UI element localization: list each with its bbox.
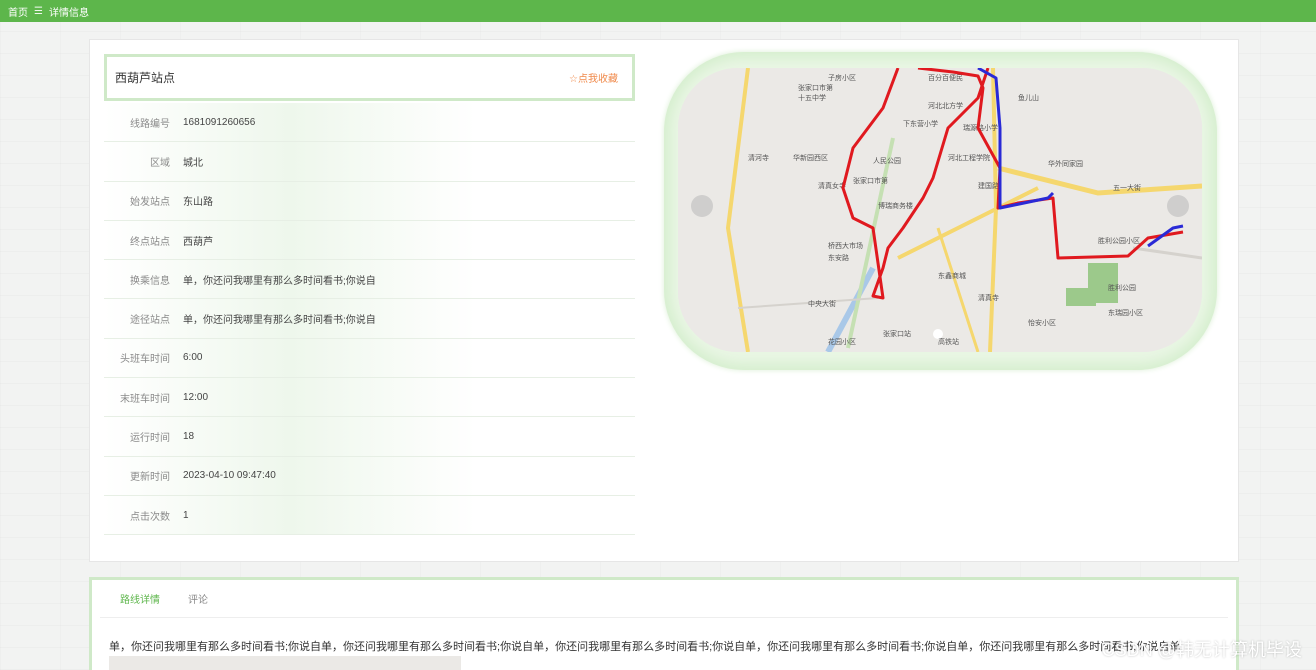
detail-row-start: 始发站点 东山路 (104, 181, 635, 221)
detail-list: 线路编号 1681091260656 区域 城北 始发站点 东山路 终点站点 西葫芦 换… (104, 103, 635, 536)
favorite-button[interactable]: ☆点我收藏 (569, 70, 618, 85)
map-label: 建国路 (978, 181, 999, 190)
route-map-carousel: 子房小区 百分百便民 张家口市第 十五中学 河北北方学 鱼儿山 下东营小学 瑞源路小学 清河寺华… (664, 52, 1217, 370)
detail-value: 单，你还问我哪里有那么多时间看书;你说自 (183, 315, 376, 327)
map-label: 华新园西区 (793, 153, 828, 162)
carousel-next-button[interactable] (1167, 195, 1189, 217)
map-label: 怡安小区 (1028, 318, 1056, 327)
tab-route-detail[interactable]: 路线详情 (120, 591, 160, 606)
tab-comment[interactable]: 评论 (188, 591, 208, 606)
detail-panel: 西葫芦站点 ☆点我收藏 线路编号 1681091260656 区域 城北 始发站点东… (89, 39, 1239, 562)
top-nav-bar: 首页 ☰ 详情信息 (0, 0, 1316, 22)
map-label: 胜利公园 (1108, 283, 1136, 292)
map-label: 高铁站 (938, 337, 959, 346)
detail-label: 头班车时间 (120, 354, 170, 366)
detail-value: 西葫芦 (183, 236, 213, 248)
detail-row-route-id: 线路编号 1681091260656 (104, 103, 635, 143)
map-label: 鱼儿山 (1018, 93, 1039, 102)
map-label: 桥西大市场 (828, 241, 863, 250)
detail-row-updated: 更新时间 2023-04-10 09:47:40 (104, 456, 635, 496)
detail-label: 线路编号 (130, 118, 170, 130)
breadcrumb-home[interactable]: 首页 (8, 4, 28, 19)
map-label: 华外同家园 (1048, 159, 1083, 168)
detail-value: 12:00 (183, 391, 209, 403)
detail-row-clicks: 点击次数 1 (104, 495, 635, 536)
route-map-thumbnail (109, 656, 461, 670)
map-label: 河北北方学 (928, 101, 963, 110)
map-label: 博瑞商务楼 (878, 201, 913, 210)
map-label: 东瑞园小区 (1108, 308, 1143, 317)
map-label: 中央大街 (808, 299, 836, 308)
map-label: 张家口市第 (853, 176, 888, 185)
route-map-image: 子房小区 百分百便民 张家口市第 十五中学 河北北方学 鱼儿山 下东营小学 瑞源路小学 清河寺华… (678, 68, 1202, 352)
detail-value: 单，你还问我哪里有那么多时间看书;你说自 (183, 275, 376, 287)
detail-value: 1681091260656 (183, 116, 256, 128)
detail-label: 换乘信息 (130, 275, 170, 287)
menu-icon: ☰ (34, 5, 43, 17)
route-description: 单，你还问我哪里有那么多时间看书;你说自单，你还问我哪里有那么多时间看书;你说自… (109, 641, 1181, 653)
detail-row-runtime: 运行时间 18 (104, 417, 635, 457)
carousel-prev-button[interactable] (691, 195, 713, 217)
map-label: 百分百便民 (928, 73, 963, 82)
detail-row-end: 终点站点 西葫芦 (104, 220, 635, 261)
detail-value: 城北 (183, 157, 203, 169)
detail-label: 末班车时间 (120, 393, 170, 405)
detail-tabs: 路线详情 评论 (100, 580, 1228, 618)
map-label: 张家口站 (883, 329, 911, 338)
detail-value: 2023-04-10 09:47:40 (183, 470, 276, 482)
detail-row-last-bus: 末班车时间 12:00 (104, 378, 635, 418)
page-title: 西葫芦站点 (115, 71, 176, 85)
detail-value: 东山路 (183, 197, 213, 209)
detail-label: 更新时间 (130, 472, 170, 484)
detail-row-via: 途径站点 单，你还问我哪里有那么多时间看书;你说自 (104, 299, 635, 339)
breadcrumb-current: 详情信息 (48, 7, 89, 19)
map-label: 下东营小学 (903, 119, 938, 128)
map-label: 河北工程学院 (948, 153, 990, 162)
detail-row-area: 区域 城北 (104, 142, 635, 182)
station-title-box: 西葫芦站点 ☆点我收藏 (104, 54, 635, 101)
detail-label: 始发站点 (130, 197, 170, 209)
detail-value: 18 (183, 431, 195, 443)
detail-label: 区域 (150, 157, 170, 169)
detail-row-transfer: 换乘信息 单，你还问我哪里有那么多时间看书;你说自 (104, 260, 635, 300)
map-label: 花园小区 (828, 337, 856, 346)
route-detail-section: 路线详情 评论 单，你还问我哪里有那么多时间看书;你说自单，你还问我哪里有那么多… (89, 577, 1239, 670)
map-label: 子房小区 (828, 73, 856, 82)
map-label: 东鑫商城 (938, 271, 966, 280)
detail-value: 1 (183, 509, 189, 521)
map-label: 清真寺 (978, 293, 999, 302)
detail-label: 运行时间 (130, 433, 170, 445)
map-label: 张家口市第 (798, 83, 833, 92)
map-label: 东安路 (828, 253, 849, 262)
map-label: 胜利公园小区 (1098, 236, 1140, 245)
map-label: 清河寺 (748, 153, 769, 162)
detail-label: 途径站点 (130, 315, 170, 327)
map-label: 五一大街 (1113, 183, 1141, 192)
detail-label: 点击次数 (130, 511, 170, 523)
carousel-dot[interactable] (933, 329, 943, 339)
watermark-text: CSDN @韩无计算机毕设 (1101, 640, 1302, 660)
detail-row-first-bus: 头班车时间 6:00 (104, 338, 635, 379)
detail-label: 终点站点 (130, 236, 170, 248)
map-label: 十五中学 (798, 93, 826, 102)
route-map-svg: 子房小区 百分百便民张家口市第十五中学河北北方学鱼儿山下东营小学 瑞源路小学清河寺华… (678, 68, 1202, 352)
detail-value: 6:00 (183, 352, 203, 364)
map-label: 人民公园 (873, 157, 901, 165)
